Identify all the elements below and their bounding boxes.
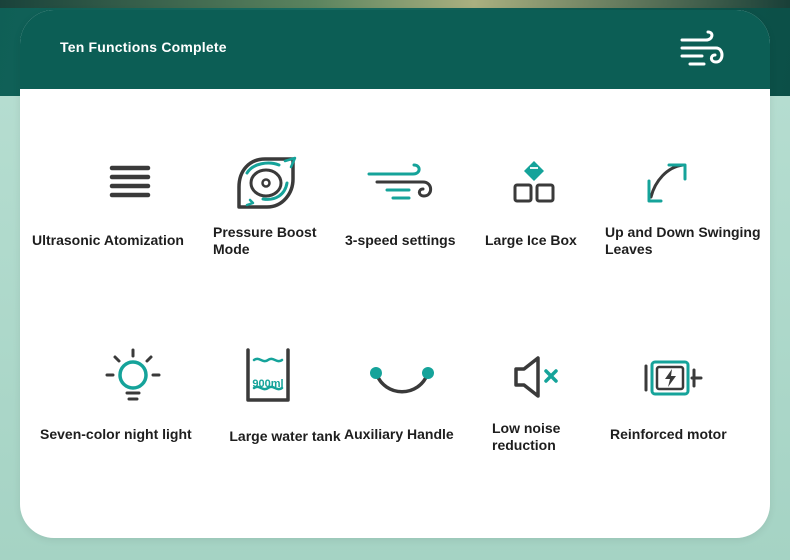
battery-motor-icon (644, 360, 703, 396)
feature-auxiliary-handle: Auxiliary Handle (340, 340, 475, 450)
feature-label: Large water tank (229, 428, 341, 444)
feature-night-light: Seven-color night light (20, 340, 210, 450)
feature-label: Low noise reduction (492, 420, 561, 453)
feature-ultrasonic-atomization: Ultrasonic Atomization (20, 150, 210, 260)
feature-label: Ultrasonic Atomization (32, 232, 184, 248)
feature-pressure-boost: Pressure Boost Mode (210, 150, 340, 260)
functions-card: Ten Functions Complete Ultrasonic Atomiz… (20, 10, 770, 538)
feature-3-speed: 3-speed settings (340, 150, 475, 260)
feature-water-tank: 900ml Large water tank (210, 340, 341, 450)
menu-lines-icon (109, 165, 151, 198)
card-title: Ten Functions Complete (60, 39, 227, 55)
wind-speed-icon (367, 163, 433, 200)
feature-label: Large Ice Box (485, 232, 577, 248)
handle-icon (370, 367, 434, 394)
light-bulb-icon (105, 348, 161, 401)
swing-arrows-icon (647, 163, 687, 203)
feature-label: Up and Down Swinging Leaves (605, 224, 761, 257)
feature-label: 3-speed settings (345, 232, 456, 248)
feature-label: Seven-color night light (40, 426, 192, 442)
feature-swinging-leaves: Up and Down Swinging Leaves (605, 150, 765, 260)
wind-icon (680, 30, 724, 66)
pressure-swirl-icon (237, 156, 297, 209)
speaker-mute-icon (514, 356, 558, 398)
feature-label: Auxiliary Handle (344, 426, 454, 442)
card-header: Ten Functions Complete (20, 10, 770, 89)
feature-label: Pressure Boost Mode (213, 224, 317, 257)
feature-label: Reinforced motor (610, 426, 727, 442)
water-tank-icon (246, 348, 290, 402)
feature-large-ice-box: Large Ice Box (475, 150, 605, 260)
tank-capacity-text: 900ml (252, 378, 284, 390)
ice-cubes-icon (513, 161, 555, 203)
feature-reinforced-motor: Reinforced motor (605, 340, 765, 450)
feature-low-noise: Low noise reduction (475, 340, 605, 453)
